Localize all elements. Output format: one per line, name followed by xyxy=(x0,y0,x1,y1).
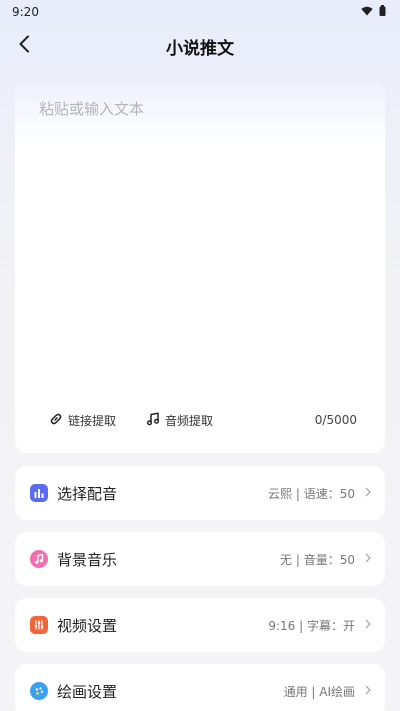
music-setting-label: 背景音乐 xyxy=(57,550,118,569)
page-title: 小说推文 xyxy=(166,38,234,59)
voice-setting-value: 云熙 | 语速：50 xyxy=(268,486,355,501)
video-setting-value: 9:16 | 字幕：开 xyxy=(268,618,355,633)
drawing-setting-row[interactable]: 绘画设置 通用 | AI绘画 xyxy=(15,664,385,711)
battery-icon xyxy=(379,5,386,19)
back-button[interactable] xyxy=(10,32,38,60)
music-note-icon xyxy=(30,550,48,568)
text-editor-card: 链接提取 音频提取 0/5000 xyxy=(15,82,385,453)
audio-extract-button[interactable]: 音频提取 xyxy=(146,411,214,429)
header: 小说推文 xyxy=(0,28,400,64)
music-note-icon xyxy=(146,411,160,429)
chevron-right-icon xyxy=(365,486,371,500)
drawing-setting-value: 通用 | AI绘画 xyxy=(283,684,355,699)
status-time: 9:20 xyxy=(12,5,39,19)
audio-extract-label: 音频提取 xyxy=(165,413,214,428)
voice-setting-label: 选择配音 xyxy=(57,484,118,503)
sliders-icon xyxy=(30,616,48,634)
video-setting-row[interactable]: 视频设置 9:16 | 字幕：开 xyxy=(15,598,385,652)
music-setting-row[interactable]: 背景音乐 无 | 音量：50 xyxy=(15,532,385,586)
text-input[interactable] xyxy=(39,98,365,398)
video-setting-label: 视频设置 xyxy=(57,616,118,635)
bar-chart-icon xyxy=(30,484,48,502)
wifi-icon xyxy=(361,5,373,19)
chevron-left-icon xyxy=(18,35,30,57)
music-setting-value: 无 | 音量：50 xyxy=(280,552,355,567)
voice-setting-row[interactable]: 选择配音 云熙 | 语速：50 xyxy=(15,466,385,520)
chevron-right-icon xyxy=(365,684,371,698)
link-icon xyxy=(49,412,63,429)
editor-footer: 链接提取 音频提取 0/5000 xyxy=(49,410,357,430)
link-extract-label: 链接提取 xyxy=(68,413,117,428)
chevron-right-icon xyxy=(365,552,371,566)
palette-icon xyxy=(30,682,48,700)
char-counter: 0/5000 xyxy=(314,413,357,427)
drawing-setting-label: 绘画设置 xyxy=(57,682,118,701)
link-extract-button[interactable]: 链接提取 xyxy=(49,412,116,429)
chevron-right-icon xyxy=(365,618,371,632)
status-icons xyxy=(361,5,386,19)
status-bar: 9:20 xyxy=(0,0,400,24)
